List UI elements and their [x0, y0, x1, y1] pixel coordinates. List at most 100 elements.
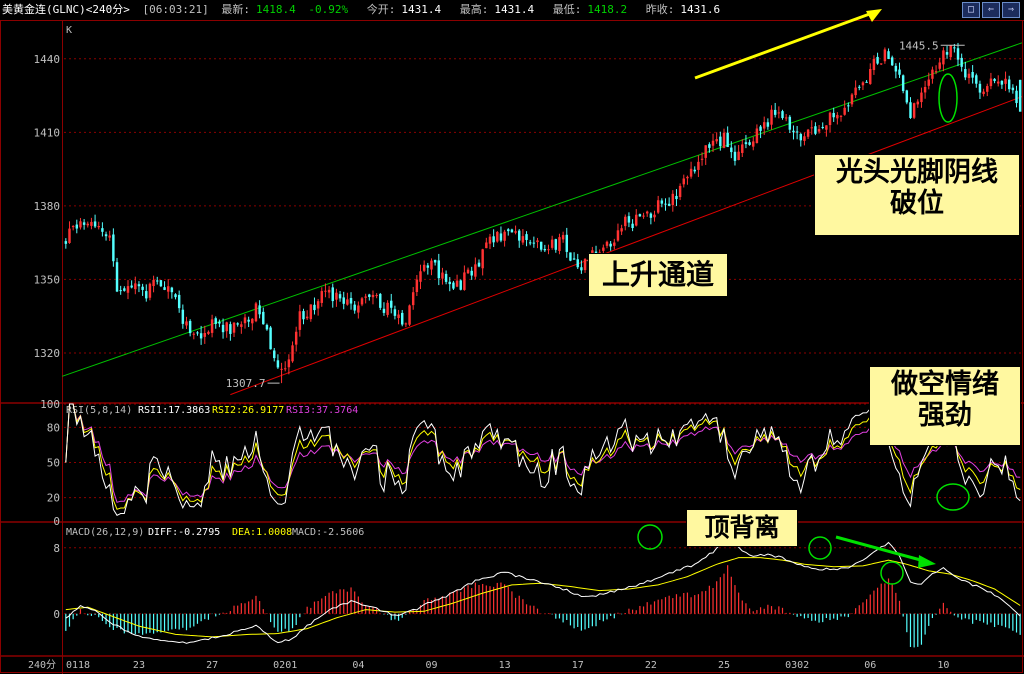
candle-body [561, 235, 565, 240]
candle-body [942, 50, 945, 65]
candle-body [814, 126, 817, 134]
candle-body [141, 286, 144, 290]
candle-body [945, 52, 949, 55]
candle-body [265, 324, 269, 330]
candle-body [126, 286, 130, 293]
candle-body [199, 333, 203, 339]
rsi3-value-label: RSI3:37.3764 [286, 405, 358, 416]
candle-body [1018, 79, 1022, 112]
breakdown-line-2: 破位 [890, 188, 944, 220]
candle-body [620, 228, 623, 232]
candle-body [390, 300, 393, 308]
candle-body [949, 45, 952, 58]
candle-body [64, 241, 68, 244]
x-axis-tick-label: 09 [425, 660, 437, 671]
candle-body [737, 151, 740, 161]
candle-body [869, 69, 872, 84]
candle-body [112, 234, 115, 262]
candle-body [518, 230, 521, 241]
candle-body [170, 287, 174, 293]
candle-body [931, 69, 934, 79]
candle-body [342, 297, 345, 304]
candle-body [466, 269, 470, 274]
candle-body [920, 92, 923, 103]
candle-body [210, 319, 214, 333]
candle-body [605, 241, 609, 246]
divergence-arrow-green [835, 535, 929, 564]
candle-body [470, 270, 473, 276]
candle-body [748, 142, 751, 145]
candle-body [353, 304, 356, 311]
candle-body [726, 132, 729, 148]
candle-body [283, 368, 287, 370]
candle-body [397, 314, 400, 319]
candle-body [474, 264, 477, 277]
rsi-axis-tick-label: 100 [40, 398, 60, 411]
rsi-axis-tick-label: 80 [47, 421, 60, 434]
candle-body [254, 303, 258, 322]
candle-body [667, 203, 671, 206]
candle-body [576, 259, 579, 268]
x-axis-tick-label: 0302 [785, 660, 809, 671]
candle-body [953, 47, 956, 49]
candle-body [68, 228, 71, 243]
candle-body [554, 239, 558, 250]
candle-body [982, 91, 985, 95]
candle-body [905, 90, 909, 103]
candle-body [101, 228, 104, 232]
candle-body [638, 214, 642, 217]
candle-body [188, 320, 192, 334]
candle-body [971, 71, 974, 78]
x-axis-tick-label: 17 [572, 660, 584, 671]
bearish-line-2: 强劲 [918, 400, 972, 432]
candle-body [916, 101, 920, 105]
candle-body [375, 295, 378, 297]
candle-body [704, 145, 707, 158]
candle-body [777, 112, 781, 114]
candle-body [104, 234, 108, 237]
candle-body [130, 285, 133, 288]
candle-body [441, 272, 444, 279]
candle-body [762, 122, 766, 129]
candle-body [572, 258, 576, 260]
k-axis-tick-label: 1380 [34, 200, 61, 213]
candle-body [975, 75, 978, 84]
candle-body [232, 322, 236, 333]
candle-body [108, 235, 111, 238]
candle-body [978, 83, 982, 93]
candle-body [810, 127, 813, 129]
candle-body [214, 318, 217, 324]
divergence-annotation: 顶背离 [686, 509, 798, 547]
candle-body [730, 147, 733, 153]
candle-body [437, 260, 441, 279]
candle-body [693, 169, 696, 172]
candle-body [115, 262, 119, 292]
candle-body [927, 79, 930, 86]
candle-body [525, 234, 528, 240]
k-axis-tick-label: 1320 [34, 347, 61, 360]
candle-body [499, 233, 503, 241]
candle-body [912, 103, 916, 118]
candle-body [872, 58, 876, 71]
candle-body [90, 221, 93, 226]
x-axis-tick-label: 06 [864, 660, 876, 671]
candle-body [408, 305, 411, 325]
candle-body [664, 203, 667, 205]
candle-body [75, 224, 79, 229]
candle-body [298, 311, 302, 330]
candle-body [291, 345, 294, 362]
candle-body [795, 131, 799, 133]
candle-body [890, 57, 894, 66]
candle-body [448, 281, 451, 285]
divergence-circle-1 [637, 524, 663, 550]
candle-body [71, 226, 75, 228]
rsi-circle [936, 483, 970, 511]
candle-body [236, 323, 239, 325]
candle-body [485, 242, 488, 249]
candle-body [368, 294, 371, 297]
macd-panel-label: MACD(26,12,9) [66, 527, 144, 538]
candle-body [400, 312, 404, 325]
candle-body [997, 81, 1000, 84]
candle-body [192, 333, 196, 335]
candle-body [313, 304, 316, 311]
